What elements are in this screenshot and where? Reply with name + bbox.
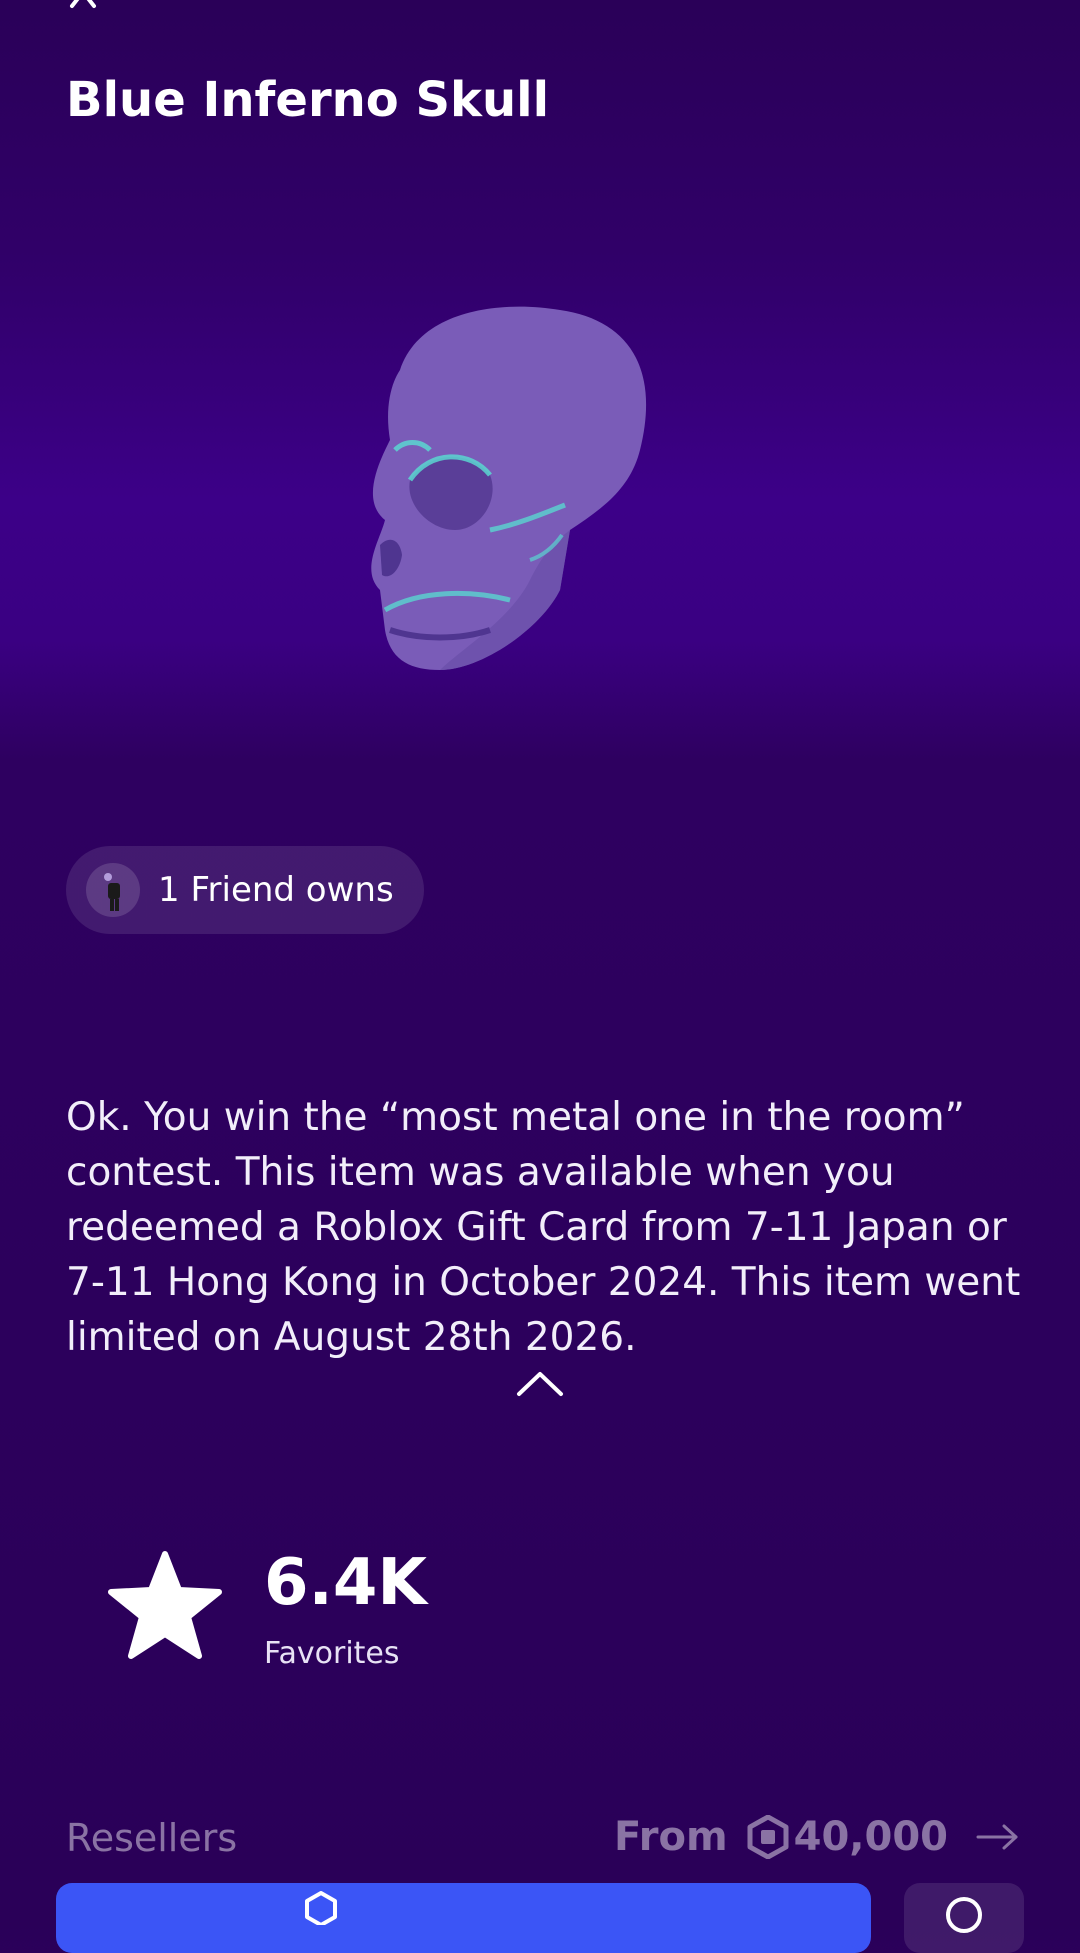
- action-icon: [946, 1897, 982, 1933]
- star-icon[interactable]: [106, 1550, 224, 1664]
- close-button[interactable]: [60, 0, 120, 18]
- resellers-row[interactable]: Resellers From 40,000: [66, 1812, 1020, 1868]
- close-icon: [70, 0, 96, 8]
- friends-owned-label: 1 Friend owns: [158, 870, 394, 910]
- friend-avatar: [86, 863, 140, 917]
- favorites-label: Favorites: [264, 1636, 400, 1671]
- skull-preview-image: [371, 306, 647, 670]
- favorites-count: 6.4K: [264, 1546, 427, 1620]
- item-title: Blue Inferno Skull: [66, 72, 550, 128]
- chevron-up-icon: [517, 1372, 563, 1396]
- buy-button[interactable]: [56, 1883, 871, 1953]
- reseller-price: From 40,000: [614, 1814, 1020, 1860]
- item-3d-viewer[interactable]: [340, 290, 740, 690]
- item-description: Ok. You win the “most metal one in the r…: [66, 1095, 1021, 1360]
- resellers-label: Resellers: [66, 1816, 238, 1860]
- friend-avatar-icon: [104, 873, 120, 911]
- arrow-right-icon: [976, 1824, 1018, 1850]
- collapse-description-button[interactable]: [513, 1366, 567, 1400]
- secondary-action-button[interactable]: [904, 1883, 1024, 1953]
- robux-icon: [747, 1815, 789, 1859]
- friends-owned-pill[interactable]: 1 Friend owns: [66, 846, 424, 934]
- reseller-price-value: 40,000: [793, 1814, 948, 1860]
- price-prefix: From: [613, 1814, 728, 1860]
